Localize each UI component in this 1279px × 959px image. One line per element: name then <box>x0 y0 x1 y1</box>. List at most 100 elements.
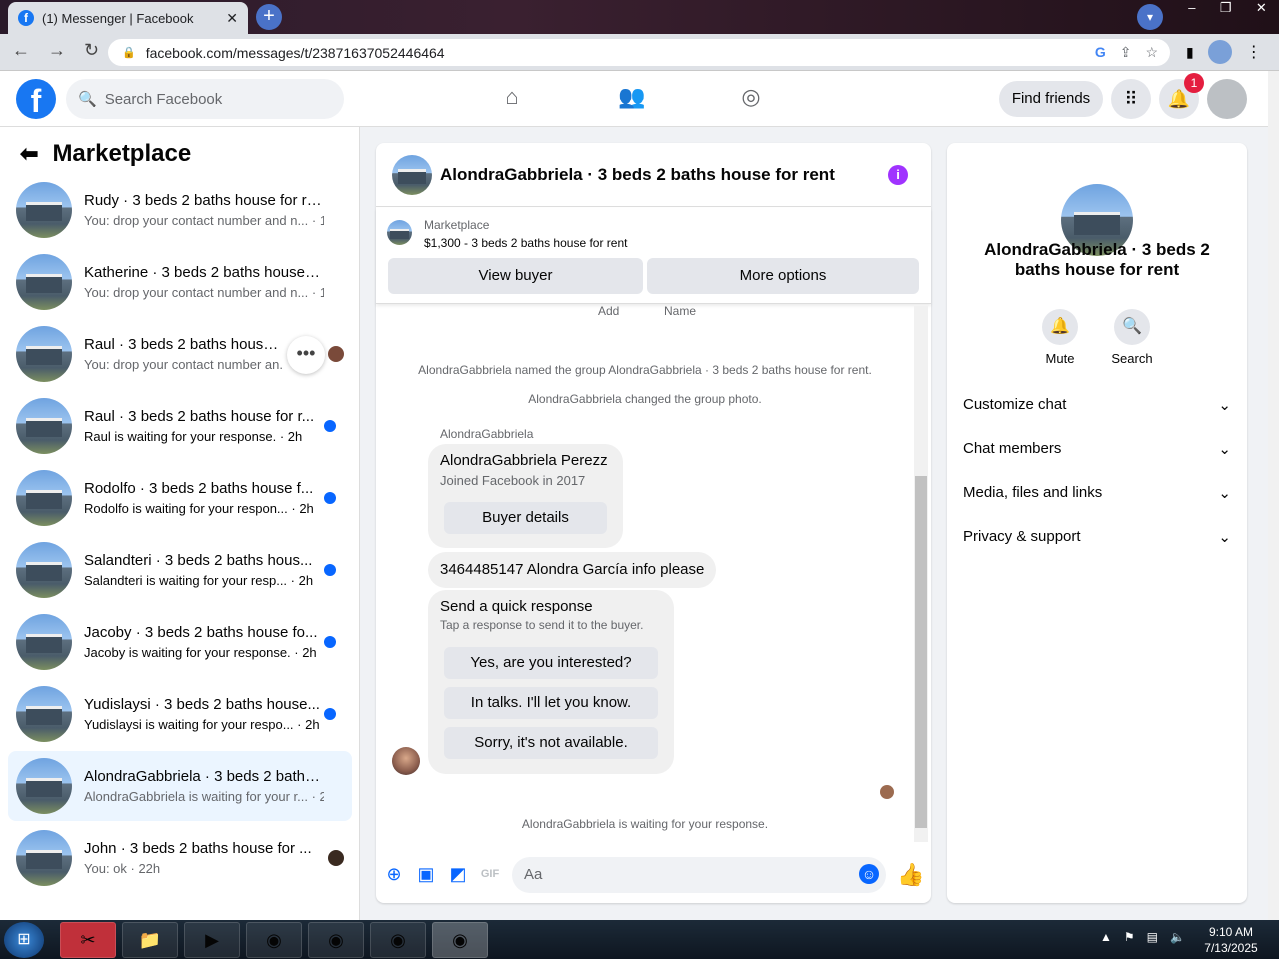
conversation-snippet: You: drop your contact number an... <box>84 357 284 372</box>
google-icon[interactable]: G <box>1095 44 1106 61</box>
lock-icon: 🔒 <box>122 47 136 59</box>
conversation-item[interactable]: Yudislaysi · 3 beds 2 baths house... Yudi… <box>8 679 352 749</box>
profile-icon[interactable] <box>1207 40 1232 64</box>
close-window-button[interactable]: ✕ <box>1256 0 1267 20</box>
message-input[interactable]: Aa <box>512 857 886 893</box>
listing-mini-thumbnail[interactable] <box>387 220 412 245</box>
conversation-item[interactable]: Katherine · 3 beds 2 baths house f... You… <box>8 247 352 317</box>
quick-response-button[interactable]: Sorry, it's not available. <box>444 727 658 759</box>
chat-thumbnail[interactable] <box>392 154 432 195</box>
side-panel-icon[interactable]: ▮ <box>1186 44 1194 61</box>
thumbs-up-icon[interactable]: 👍 <box>897 862 924 888</box>
page-scrollbar[interactable] <box>1268 71 1279 920</box>
conversation-item[interactable]: Rodolfo · 3 beds 2 baths house f... Rodol… <box>8 463 352 533</box>
quick-response-title: Send a quick response <box>440 598 593 615</box>
conversation-title: Katherine · 3 beds 2 baths house f... <box>84 264 324 281</box>
tab-search-button[interactable]: ▾ <box>1137 4 1163 30</box>
plus-icon[interactable]: ⊕ <box>383 863 405 885</box>
image-icon[interactable]: ▣ <box>415 863 437 885</box>
listing-thumbnail <box>16 326 72 382</box>
search-action[interactable]: 🔍 Search <box>1102 309 1162 366</box>
conversation-title: Yudislaysi · 3 beds 2 baths house... <box>84 696 320 713</box>
taskbar-app-explorer[interactable]: 📁 <box>122 922 178 958</box>
conversation-snippet: Rodolfo is waiting for your respon... · … <box>84 501 314 516</box>
taskbar-app-chrome[interactable]: ◉ <box>370 922 426 958</box>
buyer-details-button[interactable]: Buyer details <box>444 502 607 534</box>
forward-icon[interactable]: → <box>48 40 66 61</box>
gif-icon[interactable]: GIF <box>479 863 501 885</box>
conversation-item[interactable]: Rudy · 3 beds 2 baths house for rent You:… <box>8 175 352 245</box>
taskbar-app-chrome[interactable]: ◉ <box>308 922 364 958</box>
conversation-item[interactable]: John · 3 beds 2 baths house for ... You: … <box>8 823 352 893</box>
menu-icon[interactable]: ⋮ <box>1246 42 1262 62</box>
conversation-item[interactable]: Raul · 3 beds 2 baths house for r... Raul… <box>8 391 352 461</box>
info-icon[interactable]: i <box>888 165 908 185</box>
menu-grid-icon[interactable]: ⠿ <box>1111 79 1151 119</box>
account-avatar[interactable] <box>1207 79 1247 119</box>
bell-icon: 🔔 <box>1042 309 1078 345</box>
emoji-icon[interactable]: ☺ <box>859 864 879 884</box>
home-icon[interactable]: ⌂ <box>497 84 527 114</box>
conversation-item[interactable]: Jacoby · 3 beds 2 baths house fo... Jacob… <box>8 607 352 677</box>
start-button[interactable]: ⊞ <box>4 922 44 958</box>
section-label: Media, files and links <box>963 484 1103 501</box>
conversation-item-selected[interactable]: AlondraGabbriela · 3 beds 2 baths ... Alo… <box>8 751 352 821</box>
back-icon[interactable]: ← <box>12 40 30 61</box>
customize-chat-section[interactable]: Customize chat ⌄ <box>963 396 1231 414</box>
sticker-icon[interactable]: ◩ <box>447 863 469 885</box>
listing-price[interactable]: $1,300 - 3 beds 2 baths house for rent <box>424 236 627 250</box>
quick-response-button[interactable]: In talks. I'll let you know. <box>444 687 658 719</box>
conversation-item[interactable]: Salandteri · 3 beds 2 baths hous... Salan… <box>8 535 352 605</box>
listing-thumbnail <box>16 758 72 814</box>
privacy-support-section[interactable]: Privacy & support ⌄ <box>963 528 1231 546</box>
more-options-button[interactable]: More options <box>647 258 919 294</box>
view-buyer-button[interactable]: View buyer <box>388 258 643 294</box>
taskbar-app-chrome[interactable]: ◉ <box>246 922 302 958</box>
new-tab-button[interactable]: + <box>256 4 282 30</box>
mute-label: Mute <box>1045 351 1075 366</box>
chat-title[interactable]: AlondraGabbriela · 3 beds 2 baths house … <box>440 165 835 185</box>
clock[interactable]: 9:10 AM 7/13/2025 <box>1196 924 1266 956</box>
listing-thumbnail <box>16 542 72 598</box>
maximize-button[interactable]: ❐ <box>1220 0 1232 20</box>
friends-icon[interactable]: 👥 <box>617 84 647 114</box>
taskbar-app-media[interactable]: ▶ <box>184 922 240 958</box>
flag-icon[interactable]: ⚑ <box>1124 930 1135 944</box>
tray-expand-icon[interactable]: ▲ <box>1100 930 1112 944</box>
sender-name: AlondraGabbriela <box>440 427 534 441</box>
chat-scrollbar-thumb[interactable] <box>915 476 927 828</box>
volume-icon[interactable]: 🔈 <box>1170 930 1185 944</box>
reload-icon[interactable]: ↻ <box>84 40 99 61</box>
facebook-logo-icon[interactable]: f <box>16 79 56 119</box>
conversation-title: Raul · 3 beds 2 baths house for r... <box>84 408 315 425</box>
taskbar-app-chrome-active[interactable]: ◉ <box>432 922 488 958</box>
find-friends-button[interactable]: Find friends <box>999 81 1103 117</box>
facebook-favicon-icon: f <box>18 10 34 26</box>
bookmark-star-icon[interactable]: ☆ <box>1145 44 1158 61</box>
minimize-button[interactable]: – <box>1188 0 1195 20</box>
system-message: AlondraGabbriela named the group Alondra… <box>418 363 872 377</box>
message-bubble[interactable]: 3464485147 Alondra García info please <box>428 552 717 588</box>
mute-action[interactable]: 🔔 Mute <box>1030 309 1090 366</box>
share-icon[interactable]: ⇪ <box>1120 44 1132 61</box>
conversation-snippet: Jacoby is waiting for your response. · 2… <box>84 645 317 660</box>
close-tab-icon[interactable]: ✕ <box>226 10 238 27</box>
chat-members-section[interactable]: Chat members ⌄ <box>963 440 1231 458</box>
search-input[interactable]: 🔍 Search Facebook <box>66 79 344 119</box>
chevron-down-icon: ⌄ <box>1218 397 1231 414</box>
back-arrow-icon[interactable]: ⬅ <box>20 141 38 167</box>
quick-response-button[interactable]: Yes, are you interested? <box>444 647 658 679</box>
sender-avatar[interactable] <box>392 747 420 775</box>
section-label: Customize chat <box>963 396 1067 413</box>
name-label[interactable]: Name <box>664 304 696 318</box>
media-files-section[interactable]: Media, files and links ⌄ <box>963 484 1231 502</box>
groups-icon[interactable]: ◎ <box>736 84 766 114</box>
network-icon[interactable]: ▤ <box>1147 930 1158 944</box>
more-options-icon[interactable]: ••• <box>287 336 325 374</box>
add-label[interactable]: Add <box>598 304 619 318</box>
tab-title: (1) Messenger | Facebook <box>42 10 194 26</box>
browser-tab[interactable]: f (1) Messenger | Facebook ✕ <box>8 2 248 34</box>
taskbar-app-snipping[interactable]: ✂ <box>60 922 116 958</box>
url-input[interactable]: 🔒 facebook.com/messages/t/23871637052446… <box>108 39 1170 66</box>
buyer-name: AlondraGabbriela Perezz <box>440 452 608 469</box>
